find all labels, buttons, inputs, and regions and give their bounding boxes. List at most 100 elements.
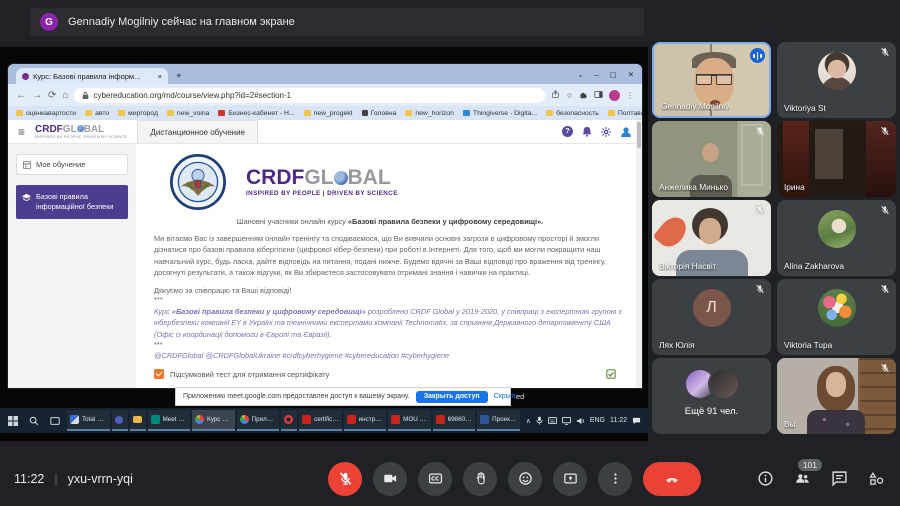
reactions-button[interactable] — [508, 461, 542, 496]
tray-clock[interactable]: 11:22 — [610, 417, 627, 424]
help-icon[interactable]: ? — [562, 126, 573, 137]
word-icon — [480, 415, 490, 424]
reload-icon[interactable]: ⟳ — [48, 90, 56, 101]
sidepanel-icon[interactable] — [594, 90, 603, 101]
participant-tile[interactable]: Viktoriya St — [777, 42, 896, 118]
tray-language[interactable]: ENG — [590, 417, 605, 424]
window-menu-icon[interactable]: ⌄ — [577, 70, 583, 79]
stop-sharing-button[interactable]: Закрыть доступ — [415, 390, 488, 403]
crdf-global-logo: CRDFGL BAL INSPIRED BY PEOPLE | DRIVEN BY… — [246, 166, 398, 197]
taskbar-app-certificate[interactable]: certificate.pdf ... — [299, 410, 342, 431]
completion-checkbox-icon[interactable] — [606, 369, 616, 380]
hide-link[interactable]: Скрыть — [494, 393, 518, 400]
participant-tile[interactable]: Ірина — [777, 121, 896, 197]
lock-icon — [83, 91, 89, 99]
more-options-button[interactable] — [598, 461, 632, 496]
taskbar-app-app-window[interactable]: Приложении... — [236, 410, 280, 431]
bookmark[interactable]: new_progekt — [303, 110, 353, 117]
taskbar-app-explorer[interactable] — [129, 410, 146, 431]
pdf-icon — [302, 415, 312, 424]
participant-tile[interactable]: Л Лях Юлія — [652, 279, 771, 355]
url-field[interactable]: cybereducation.org/md/course/view.php?id… — [74, 87, 545, 103]
browser-menu-icon[interactable]: ⋮ — [626, 91, 634, 100]
bookmark-star-icon[interactable]: ☆ — [566, 91, 573, 100]
sidebar-item-my-learning[interactable]: Мое обучение — [16, 154, 128, 175]
window-close-icon[interactable]: ✕ — [628, 70, 634, 79]
participant-tile[interactable]: Viktoria Tupa — [777, 279, 896, 355]
search-icon[interactable] — [25, 410, 43, 431]
menu-icon[interactable]: ≡ — [18, 125, 25, 139]
system-tray: ∧ ENG 11:22 — [523, 416, 644, 425]
bookmark[interactable]: миргород — [118, 110, 158, 117]
page-content: ≡ CRDFGL BAL INSPIRED BY PEOPLE. DRIVEN B… — [8, 120, 642, 388]
taskbar-app-total-commander[interactable]: Total Comma... — [67, 410, 110, 431]
participant-tile[interactable]: Gennadiy Mogilniy — [652, 42, 771, 118]
start-button[interactable] — [4, 410, 22, 431]
forward-icon[interactable]: → — [32, 90, 42, 101]
mic-off-icon — [756, 205, 764, 215]
self-view-tile[interactable]: Вы — [777, 358, 896, 434]
browser-tab[interactable]: Курс: Базові правила інформ... × — [16, 68, 168, 84]
taskbar-app-mou[interactable]: MOU signed p... — [388, 410, 431, 431]
camera-toggle-button[interactable] — [373, 461, 407, 496]
user-profile-icon[interactable] — [620, 126, 632, 138]
tray-touch-keyboard-icon[interactable] — [547, 417, 557, 424]
back-icon[interactable]: ← — [16, 90, 26, 101]
tray-display-icon[interactable] — [561, 416, 571, 425]
participant-tile[interactable]: Вікторія Насвіт — [652, 200, 771, 276]
bookmark[interactable]: Полтава_авт — [607, 110, 642, 117]
address-bar: ← → ⟳ ⌂ cybereducation.org/md/course/vie… — [8, 84, 642, 106]
raise-hand-button[interactable] — [463, 461, 497, 496]
meeting-details-button[interactable] — [755, 469, 775, 489]
present-screen-button[interactable] — [553, 461, 587, 496]
task-view-icon[interactable] — [46, 410, 64, 431]
notifications-bell-icon[interactable] — [582, 126, 592, 137]
bookmark[interactable]: Thingiverse - Digita... — [462, 110, 537, 117]
participant-name: Вы — [784, 419, 796, 429]
bookmark[interactable]: оценкавартости — [16, 110, 76, 117]
taskbar-app-teams[interactable] — [111, 410, 128, 431]
bookmark[interactable]: авто — [85, 110, 109, 117]
participant-tile[interactable]: Анжелика Минько — [652, 121, 771, 197]
tray-expand-icon[interactable]: ∧ — [526, 417, 531, 425]
captions-button[interactable] — [418, 461, 452, 496]
url-text: cybereducation.org/md/course/view.php?id… — [93, 90, 292, 100]
taskbar-app-course[interactable]: Курс Базові ... — [192, 410, 235, 431]
more-participants-tile[interactable]: Ещё 91 чел. — [652, 358, 771, 434]
window-restore-icon[interactable]: ▢ — [610, 70, 617, 79]
taskbar-app-opera[interactable] — [281, 410, 298, 431]
bookmark[interactable]: безопасность — [546, 110, 599, 117]
bookmark[interactable]: Бизнес-кабинет - Н... — [218, 110, 295, 117]
new-tab-button[interactable]: + — [176, 70, 182, 84]
mic-toggle-button[interactable] — [328, 461, 362, 496]
settings-gear-icon[interactable] — [601, 126, 611, 137]
chat-button[interactable] — [829, 469, 849, 489]
bookmark[interactable]: new_horizon — [405, 110, 454, 117]
meeting-clock: 11:22 — [14, 471, 45, 486]
action-center-icon[interactable] — [632, 417, 641, 425]
taskbar-app-agreement[interactable]: 69860_Agree... — [432, 410, 476, 431]
extensions-icon[interactable] — [579, 90, 588, 101]
sidebar-item-course[interactable]: Базові правила інформаційної безпеки — [16, 185, 128, 219]
participant-tile[interactable]: Alina Zakharova — [777, 200, 896, 276]
tray-volume-icon[interactable] — [576, 417, 585, 425]
taskbar-app-instruction[interactable]: инструкція_дл... — [343, 410, 387, 431]
participants-button[interactable]: 101 — [792, 458, 822, 489]
tab-distance-learning[interactable]: Дистанционное обучение — [137, 120, 258, 143]
share-icon[interactable] — [551, 89, 560, 101]
activities-button[interactable] — [866, 469, 886, 489]
window-minimize-icon[interactable]: – — [594, 70, 598, 79]
scrollbar-thumb[interactable] — [637, 122, 641, 148]
taskbar-app-project-doc[interactable]: Проект_інфо... — [477, 410, 520, 431]
tray-mic-icon[interactable] — [536, 416, 543, 425]
leave-call-button[interactable] — [643, 461, 701, 496]
tab-close-icon[interactable]: × — [158, 72, 162, 81]
home-icon[interactable]: ⌂ — [62, 90, 68, 101]
browser-profile-avatar[interactable] — [609, 89, 620, 101]
quiz-link[interactable]: Підсумковий тест для отримання сертифіка… — [170, 370, 329, 379]
bookmark[interactable]: Головна — [361, 110, 396, 117]
bookmark[interactable]: new_voina — [166, 110, 209, 117]
page-scrollbar[interactable] — [636, 120, 642, 388]
site-favicon — [462, 110, 470, 116]
taskbar-app-meet[interactable]: Meet – yxu-vr... — [147, 410, 191, 431]
